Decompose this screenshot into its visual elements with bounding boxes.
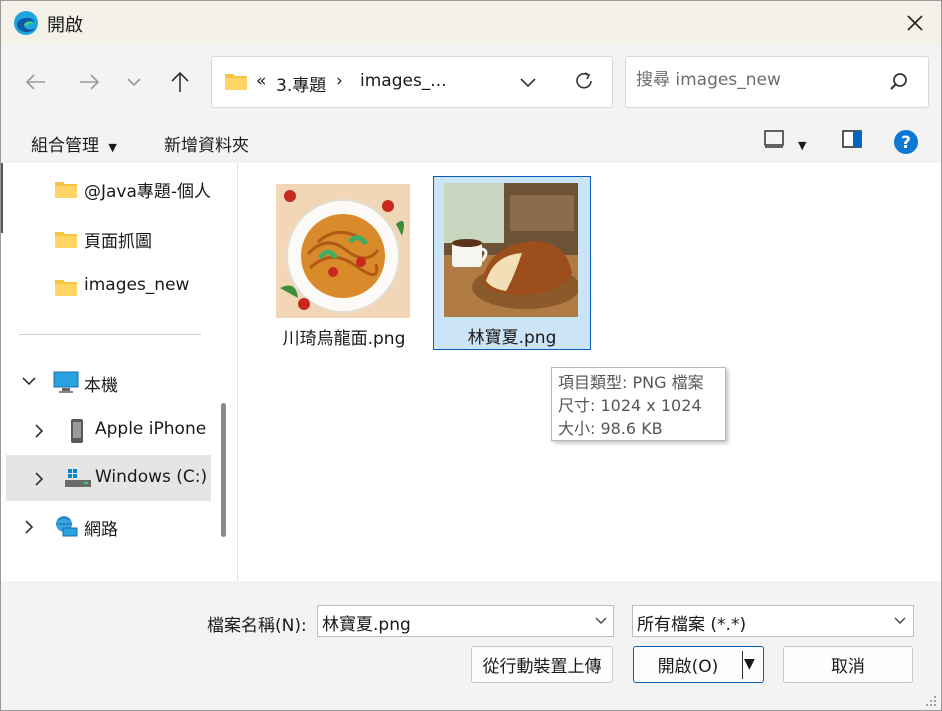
- up-button[interactable]: [165, 67, 195, 97]
- chevron-right-icon[interactable]: [33, 423, 45, 439]
- new-folder-button[interactable]: 新增資料夾: [164, 131, 249, 156]
- file-item-selected[interactable]: 林寶夏.png: [433, 176, 591, 350]
- dialog-footer: 檔案名稱(N): 林寶夏.png 所有檔案 (*.*) 從行動裝置上傳 開啟(O…: [1, 581, 941, 710]
- split-separator: [742, 651, 743, 679]
- cancel-button[interactable]: 取消: [783, 646, 913, 683]
- back-button[interactable]: [21, 67, 51, 97]
- folder-icon: [55, 232, 77, 248]
- search-icon[interactable]: [888, 71, 910, 93]
- organize-label: 組合管理: [31, 136, 99, 156]
- preview-pane-icon: [842, 130, 862, 148]
- organize-menu[interactable]: 組合管理 ▼: [31, 131, 117, 156]
- chevron-down-icon[interactable]: [594, 614, 608, 628]
- help-button[interactable]: ?: [893, 129, 919, 160]
- folder-icon: [55, 182, 77, 198]
- network-icon: [56, 516, 78, 537]
- file-name: 川琦烏龍面.png: [282, 329, 406, 349]
- view-layout-icon: [764, 130, 784, 148]
- chevron-right-icon[interactable]: [23, 519, 35, 535]
- search-input[interactable]: [636, 70, 876, 90]
- open-split-button[interactable]: 開啟(O) ▼: [633, 646, 764, 683]
- view-options-dropdown[interactable]: ▼: [798, 134, 806, 154]
- upload-from-mobile-button[interactable]: 從行動裝置上傳: [471, 646, 613, 683]
- computer-icon: [53, 371, 79, 393]
- noodle-bowl-thumbnail: [276, 184, 410, 318]
- nav-item-apple-iphone[interactable]: Apple iPhone: [1, 407, 213, 453]
- open-options-dropdown-icon[interactable]: ▼: [744, 656, 755, 672]
- drive-icon: [65, 469, 91, 487]
- folder-icon: [225, 74, 247, 90]
- nav-divider: [19, 334, 201, 335]
- nav-item-label: 網路: [84, 520, 118, 540]
- window-title: 開啟: [47, 15, 83, 36]
- edge-icon: [14, 11, 38, 35]
- tooltip-dimensions: 尺寸: 1024 x 1024: [558, 396, 702, 415]
- chevron-right-icon[interactable]: [33, 471, 45, 487]
- nav-item-label: images_new: [84, 275, 190, 295]
- nav-item-label: 頁面抓圖: [84, 232, 152, 252]
- search-box[interactable]: [625, 56, 929, 108]
- change-view-button[interactable]: [763, 128, 787, 155]
- recent-locations-button[interactable]: [119, 67, 149, 97]
- filename-input[interactable]: 林寶夏.png: [322, 610, 411, 635]
- dropdown-caret-icon: ▼: [798, 139, 807, 152]
- tooltip-size: 大小: 98.6 KB: [558, 419, 663, 438]
- close-button[interactable]: [895, 5, 935, 41]
- nav-item-images-new[interactable]: images_new: [1, 263, 213, 309]
- nav-item-this-pc[interactable]: 本機: [1, 359, 213, 405]
- address-bar[interactable]: « 3.專題 › images_...: [211, 56, 613, 108]
- breadcrumb-separator-icon: ›: [336, 71, 343, 91]
- preview-pane-button[interactable]: [841, 128, 863, 155]
- nav-item-java-folder[interactable]: @Java專題-個人: [1, 165, 213, 211]
- command-bar: 組合管理 ▼ 新增資料夾 ▼ ?: [1, 119, 941, 163]
- file-info-tooltip: 項目類型: PNG 檔案 尺寸: 1024 x 1024 大小: 98.6 KB: [551, 367, 726, 441]
- file-type-value: 所有檔案 (*.*): [637, 615, 747, 635]
- address-dropdown-icon[interactable]: [518, 71, 538, 93]
- nav-item-label: @Java專題-個人: [84, 182, 212, 202]
- dropdown-caret-icon: ▼: [108, 141, 117, 154]
- help-icon: ?: [894, 130, 918, 154]
- refresh-icon[interactable]: [572, 69, 596, 93]
- bread-coffee-thumbnail: [444, 183, 578, 317]
- folder-icon: [55, 280, 77, 296]
- file-name: 林寶夏.png: [467, 328, 557, 348]
- tooltip-type: 項目類型: PNG 檔案: [558, 373, 704, 392]
- breadcrumb-item[interactable]: 3.專題: [276, 71, 326, 96]
- navigation-pane: @Java專題-個人 頁面抓圖 images_new 本機 Apple iPho…: [1, 163, 213, 581]
- chevron-down-icon: [894, 617, 906, 624]
- chevron-down-icon: [127, 78, 141, 87]
- close-icon: [907, 15, 923, 31]
- nav-item-screenshots[interactable]: 頁面抓圖: [1, 215, 213, 261]
- svg-text:?: ?: [901, 133, 911, 153]
- back-arrow-icon: [25, 74, 45, 90]
- filename-combobox[interactable]: 林寶夏.png: [317, 605, 614, 637]
- nav-item-label: Windows (C:): [95, 467, 208, 487]
- chevron-down-icon[interactable]: [21, 375, 37, 387]
- file-item[interactable]: 川琦烏龍面.png: [265, 177, 423, 351]
- phone-icon: [71, 419, 83, 443]
- nav-item-windows-c[interactable]: Windows (C:): [6, 455, 211, 501]
- nav-item-network[interactable]: 網路: [1, 503, 213, 549]
- filename-label: 檔案名稱(N):: [207, 616, 307, 636]
- nav-item-label: 本機: [84, 376, 118, 396]
- file-type-select[interactable]: 所有檔案 (*.*): [632, 605, 914, 637]
- forward-button[interactable]: [74, 67, 104, 97]
- open-file-dialog: 開啟 « 3.專題 › images_... 搜尋 images_new 組合管…: [0, 0, 942, 711]
- nav-item-label: Apple iPhone: [95, 419, 207, 439]
- nav-pane-scrollbar[interactable]: [221, 403, 226, 537]
- navigation-bar: « 3.專題 › images_...: [1, 45, 941, 119]
- forward-arrow-icon: [80, 74, 100, 90]
- breadcrumb-item[interactable]: images_...: [360, 71, 447, 91]
- title-bar: 開啟: [1, 1, 941, 45]
- resize-grip-icon[interactable]: [925, 695, 937, 707]
- open-button[interactable]: 開啟(O): [634, 647, 742, 682]
- breadcrumb-overflow[interactable]: «: [256, 71, 266, 91]
- up-arrow-icon: [171, 71, 189, 92]
